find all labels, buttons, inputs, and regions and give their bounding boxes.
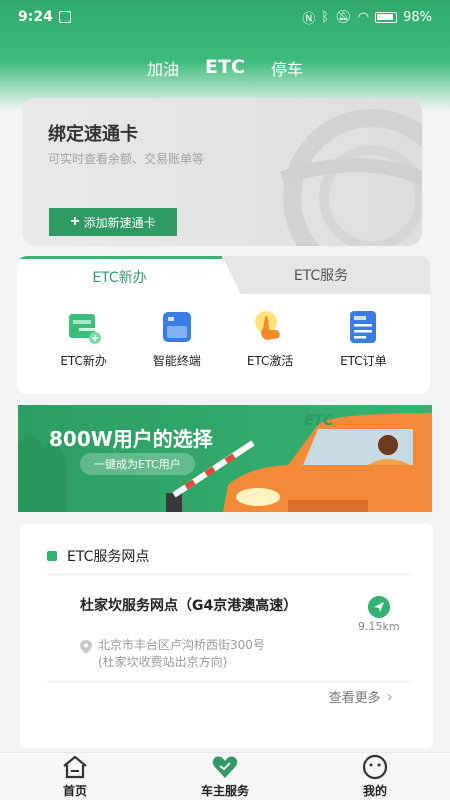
outlets-header: ETC服务网点 (47, 546, 149, 566)
heart-icon (212, 756, 238, 778)
mute-icon: 🔕︎ (335, 9, 352, 25)
tab-etc-new[interactable]: ETC新办 (17, 256, 242, 297)
tab-etc-service[interactable]: ETC服务 (212, 256, 430, 294)
nav-owner-services-label: 车主服务 (200, 784, 249, 798)
bind-card-panel: 绑定速通卡 可实时查看余额、交易账单等 + 添加新速通卡 (22, 98, 422, 246)
etc-item-activate-label: ETC激活 (246, 354, 294, 368)
activate-icon (255, 311, 280, 340)
tab-refuel[interactable]: 加油 (145, 52, 181, 84)
profile-icon (362, 754, 388, 780)
etc-item-new[interactable]: ETC新办 (44, 308, 124, 369)
see-more-label: 查看更多 (328, 691, 381, 706)
banner-title: 800W用户的选择 (49, 427, 213, 451)
etc-item-device-label: 智能终端 (152, 354, 201, 368)
nfc-icon: Ⓝ (302, 11, 316, 27)
add-card-label: 添加新速通卡 (83, 215, 156, 230)
tab-etc[interactable]: ETC (203, 52, 247, 84)
tab-parking[interactable]: 停车 (269, 52, 305, 84)
outlet-address: 北京市丰台区卢沟桥西街300号 (杜家坎收费站出京方向) (80, 637, 265, 671)
service-outlets-card: ETC服务网点 杜家坎服务网点（G4京港澳高速） 9.15km 北京市丰台区卢沟… (20, 524, 433, 748)
order-icon (350, 311, 377, 343)
outlets-title: ETC服务网点 (67, 549, 150, 565)
etc-service-grid: ETC新办 智能终端 ETC激活 ETC订单 (17, 308, 430, 369)
promo-banner[interactable]: 800W用户的选择 一键成为ETC用户 ETC (18, 405, 432, 512)
etc-item-new-label: ETC新办 (60, 354, 107, 368)
outlet-distance: 9.15km (358, 620, 400, 633)
device-icon (162, 312, 191, 342)
battery-icon (375, 11, 398, 23)
battery-level: 98% (403, 9, 432, 25)
status-bar: 9:24 Ⓝ ᛒ 🔕︎ ◠ 98% (0, 0, 450, 34)
nav-owner-services[interactable]: 车主服务 (175, 754, 275, 799)
status-time: 9:24 (18, 9, 53, 25)
etc-tabs: ETC服务 ETC新办 (17, 256, 430, 297)
nav-home-label: 首页 (62, 784, 87, 798)
navigate-icon[interactable] (368, 596, 390, 618)
banner-car-sign: ETC (304, 413, 334, 429)
new-card-icon (68, 314, 101, 344)
bluetooth-icon: ᛒ (321, 9, 330, 25)
see-more-link[interactable]: 查看更多 › (329, 687, 393, 706)
address-line-1: 北京市丰台区卢沟桥西街300号 (98, 638, 265, 652)
plus-icon: + (70, 213, 80, 230)
etc-item-activate[interactable]: ETC激活 (230, 308, 310, 369)
section-dot-icon (47, 551, 57, 561)
bind-card-title: 绑定速通卡 (48, 124, 138, 145)
etc-item-device[interactable]: 智能终端 (137, 308, 217, 369)
divider (46, 574, 411, 575)
banner-cta-pill[interactable]: 一键成为ETC用户 (80, 453, 195, 475)
nav-profile[interactable]: 我的 (325, 754, 425, 799)
outlet-name[interactable]: 杜家坎服务网点（G4京港澳高速） (80, 596, 320, 616)
add-card-button[interactable]: + 添加新速通卡 (49, 208, 177, 236)
card-watermark-icon (279, 109, 422, 246)
top-tabs: 加油 ETC 停车 (0, 52, 450, 84)
etc-item-order[interactable]: ETC订单 (323, 308, 403, 369)
sim-icon (58, 11, 71, 23)
bind-card-subtitle: 可实时查看余额、交易账单等 (48, 152, 205, 166)
nav-home[interactable]: 首页 (25, 754, 125, 799)
location-pin-icon (80, 640, 92, 654)
etc-item-order-label: ETC订单 (340, 354, 387, 368)
nav-profile-label: 我的 (362, 784, 387, 798)
home-icon (63, 755, 87, 779)
address-line-2: (杜家坎收费站出京方向) (98, 655, 228, 669)
etc-service-panel: ETC服务 ETC新办 ETC新办 智能终端 ETC激活 ETC订单 (17, 256, 430, 394)
chevron-right-icon: › (386, 687, 393, 706)
wifi-icon: ◠ (357, 9, 370, 25)
bottom-nav: 首页 车主服务 我的 (0, 752, 450, 800)
divider (46, 681, 411, 682)
